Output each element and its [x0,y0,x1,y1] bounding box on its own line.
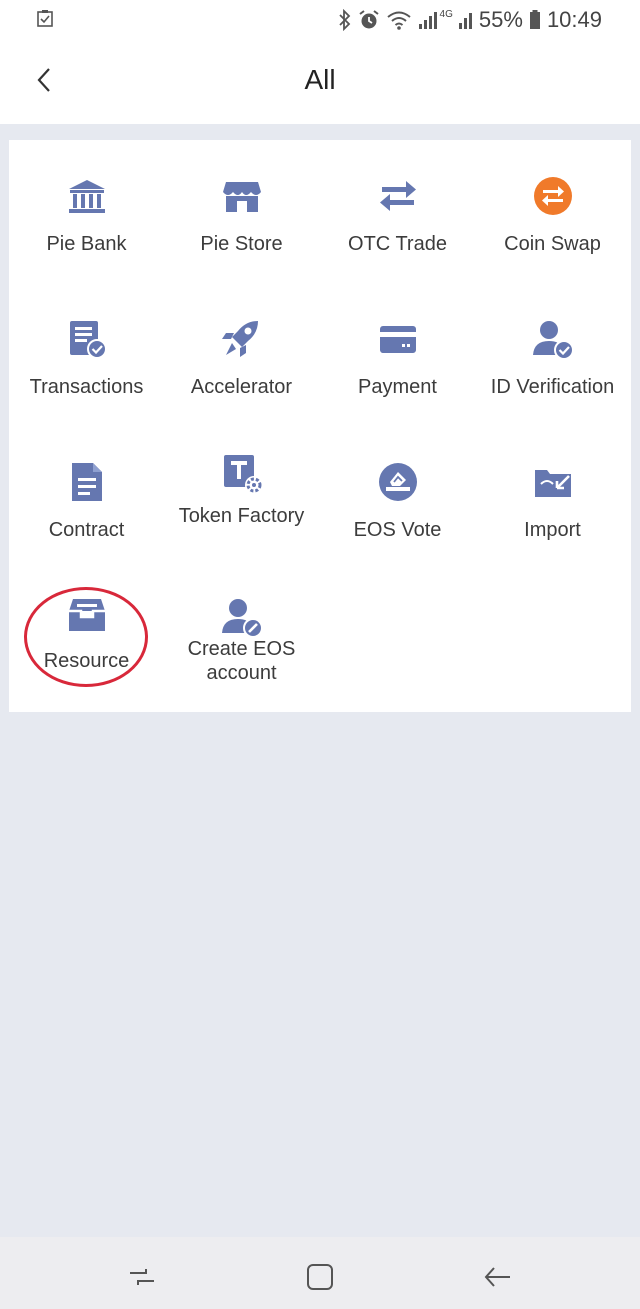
app-label: Pie Bank [46,233,127,255]
app-label: EOS Vote [353,519,442,541]
vote-icon [378,463,417,501]
home-icon[interactable] [302,1259,338,1295]
app-label: OTC Trade [348,233,447,255]
app-label: Import [524,519,581,541]
signal-icon [418,12,437,29]
token-factory-icon [223,455,263,494]
app-label: Coin Swap [504,233,601,255]
back-arrow-icon[interactable] [480,1259,516,1295]
app-create-eos-account[interactable]: Create EOS account [164,581,319,711]
page-title: All [304,64,336,95]
alarm-icon [358,10,379,29]
status-bar: 4G 55% 10:49 [0,0,640,40]
app-label: ID Verification [490,376,615,398]
app-label: Create EOS [187,638,296,660]
document-icon [71,463,102,501]
signal-icon-secondary [458,13,472,29]
apps-grid: Pie Bank Pie Store OTC Trade Coin Swap T… [9,140,631,712]
recent-apps-icon[interactable] [124,1259,160,1295]
transactions-icon [69,321,107,359]
app-label: Contract [48,519,125,541]
wifi-icon [386,11,411,30]
app-payment[interactable]: Payment [320,295,475,425]
battery-icon [529,10,540,29]
create-account-icon [221,599,263,638]
app-eos-vote[interactable]: EOS Vote [320,438,475,568]
app-resource[interactable]: Resource [9,581,164,711]
app-pie-bank[interactable]: Pie Bank [9,152,164,282]
app-label: Transactions [29,376,144,398]
app-accelerator[interactable]: Accelerator [164,295,319,425]
user-check-icon [532,321,574,360]
app-transactions[interactable]: Transactions [9,295,164,425]
rocket-icon [221,321,258,357]
app-coin-swap[interactable]: Coin Swap [475,152,630,282]
app-token-factory[interactable]: Token Factory [164,438,319,568]
card-icon [379,326,416,353]
app-label: Payment [358,376,437,398]
app-label: Pie Store [200,233,283,255]
store-icon [222,182,261,212]
swap-arrows-icon [379,181,416,211]
app-import[interactable]: Import [475,438,630,568]
bluetooth-icon [338,9,350,31]
app-id-verification[interactable]: ID Verification [475,295,630,425]
status-indicators: 4G 55% 10:49 [338,6,602,34]
task-check-icon [37,10,53,27]
network-label: 4G [439,8,453,20]
app-otc-trade[interactable]: OTC Trade [320,152,475,282]
system-nav-bar [0,1237,640,1309]
app-label-line2: account [206,662,277,684]
app-pie-store[interactable]: Pie Store [164,152,319,282]
app-label: Accelerator [190,376,293,398]
import-wallet-icon [534,470,571,497]
coin-swap-icon [533,177,572,215]
page-header: All [0,40,640,124]
app-contract[interactable]: Contract [9,438,164,568]
app-label: Resource [43,650,130,672]
battery-percent: 55% [478,7,523,32]
clock-time: 10:49 [546,7,602,32]
resource-box-icon [68,599,105,631]
app-label: Token Factory [178,505,305,527]
bank-icon [68,180,105,213]
